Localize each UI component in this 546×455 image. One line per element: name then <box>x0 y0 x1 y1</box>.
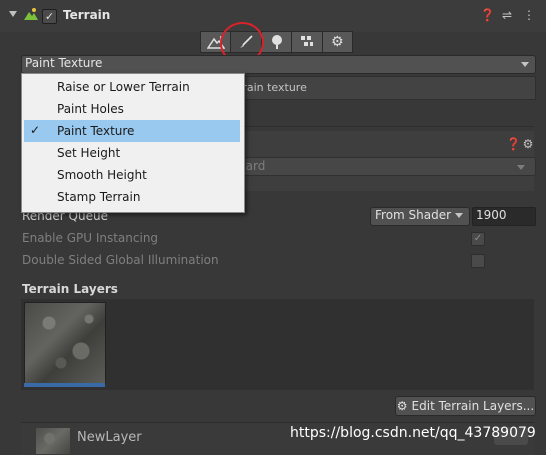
gear-icon: ⚙ <box>396 399 408 413</box>
menu-item-stamp-terrain[interactable]: Stamp Terrain <box>24 186 240 208</box>
checkmark-icon: ✓ <box>30 123 41 137</box>
foldout-arrow-icon[interactable] <box>9 11 17 17</box>
trees-tool-button[interactable] <box>260 31 293 53</box>
chevron-down-icon <box>455 213 463 218</box>
settings-tool-button[interactable]: ⚙ <box>321 31 354 53</box>
menu-item-paint-holes[interactable]: Paint Holes <box>24 98 240 120</box>
component-enabled-checkbox[interactable]: ✓ <box>42 9 57 24</box>
edit-terrain-layers-label: Edit Terrain Layers... <box>411 399 535 413</box>
details-icon <box>300 36 313 46</box>
render-queue-value: 1900 <box>476 208 507 222</box>
help-icon[interactable]: ❓ <box>480 8 495 22</box>
terrain-layer-thumbnail[interactable] <box>24 302 106 384</box>
layer-selection-bar <box>24 383 105 387</box>
double-sided-gi-checkbox[interactable] <box>471 254 485 268</box>
gpu-instancing-label: Enable GPU Instancing <box>22 231 159 245</box>
tool-mode-selected: Paint Texture <box>25 56 103 70</box>
component-title: Terrain <box>63 8 111 22</box>
render-queue-mode: From Shader <box>375 208 452 222</box>
gear-icon: ⚙ <box>331 34 344 50</box>
gpu-instancing-checkbox[interactable]: ✓ <box>471 232 485 246</box>
tree-icon <box>271 35 282 49</box>
material-field[interactable] <box>225 157 536 176</box>
menu-item-set-height[interactable]: Set Height <box>24 142 240 164</box>
help-box-text: rrain texture <box>238 81 307 94</box>
menu-item-paint-texture[interactable]: ✓ Paint Texture <box>24 120 240 142</box>
edit-terrain-layers-button[interactable]: ⚙ Edit Terrain Layers... <box>395 396 536 416</box>
terrain-icon <box>24 7 38 21</box>
details-tool-button[interactable] <box>291 31 323 53</box>
chevron-down-icon <box>517 165 525 170</box>
terrain-layers-title: Terrain Layers <box>22 282 118 296</box>
help-icon[interactable]: ❓ <box>506 137 521 151</box>
menu-item-raise-lower[interactable]: Raise or Lower Terrain <box>24 76 240 98</box>
watermark: https://blog.csdn.net/qq_43789079 <box>290 425 536 441</box>
kebab-menu-icon[interactable]: ⋮ <box>522 8 536 22</box>
chevron-down-icon <box>521 62 529 67</box>
tool-mode-dropdown-menu: Raise or Lower Terrain Paint Holes ✓ Pai… <box>21 73 245 213</box>
menu-item-smooth-height[interactable]: Smooth Height <box>24 164 240 186</box>
gear-icon[interactable]: ⚙ <box>521 137 535 151</box>
layer-asset-thumbnail <box>36 428 70 454</box>
preset-icon[interactable]: ⇌ <box>500 8 514 22</box>
double-sided-gi-label: Double Sided Global Illumination <box>22 253 219 267</box>
layer-asset-name: NewLayer <box>77 430 142 445</box>
